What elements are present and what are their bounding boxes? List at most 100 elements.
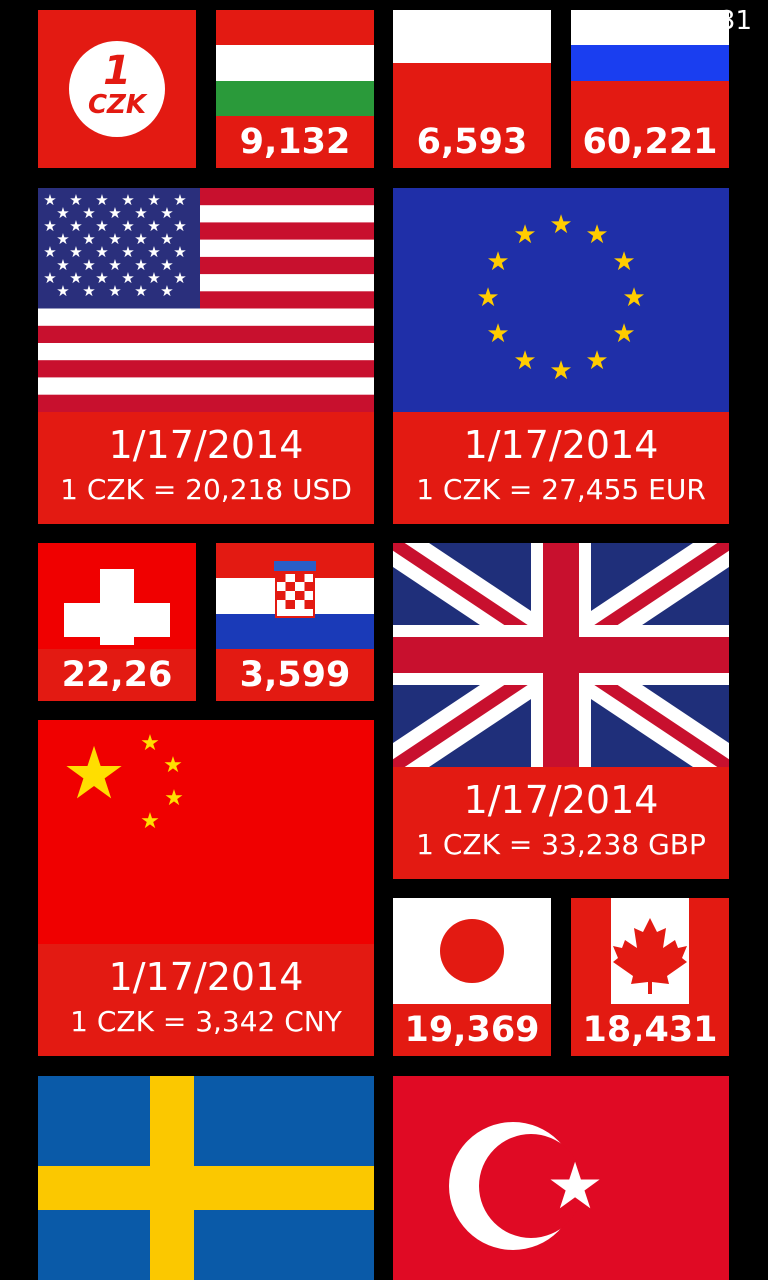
svg-text:★: ★ — [173, 243, 186, 261]
svg-text:★: ★ — [62, 731, 127, 815]
svg-text:★: ★ — [163, 753, 183, 778]
svg-text:★: ★ — [147, 243, 160, 261]
uk-flag-icon — [393, 543, 729, 767]
svg-text:★: ★ — [82, 256, 95, 274]
tile-pln[interactable]: 6,593 — [393, 10, 551, 168]
svg-text:★: ★ — [147, 217, 160, 235]
tile-huf[interactable]: 9,132 — [216, 10, 374, 168]
svg-text:★: ★ — [622, 283, 645, 313]
hungary-flag-icon — [216, 10, 374, 116]
poland-flag-icon — [393, 10, 551, 116]
tile-gbp[interactable]: 1/17/2014 1 CZK = 33,238 GBP — [393, 543, 729, 879]
cny-rate: 1 CZK = 3,342 CNY — [70, 1005, 342, 1038]
svg-text:★: ★ — [486, 247, 509, 277]
gbp-info: 1/17/2014 1 CZK = 33,238 GBP — [393, 767, 729, 879]
svg-text:★: ★ — [160, 256, 173, 274]
tile-hrk[interactable]: 3,599 — [216, 543, 374, 701]
svg-text:★: ★ — [134, 282, 147, 300]
canada-flag-icon — [571, 898, 729, 1004]
tile-usd[interactable]: ★ ★ ★ ★ ★ ★ ★ ★ ★ ★ ★ ★ ★ ★ ★ ★ ★ ★ ★ ★ ★ ★ ★ ★ ★ ★ ★ ★ ★ ★ ★ ★ ★ ★… — [38, 188, 374, 524]
usd-rate: 1 CZK = 20,218 USD — [60, 473, 352, 506]
svg-text:★: ★ — [56, 256, 69, 274]
russia-flag-icon — [571, 10, 729, 116]
czk-logo: 1 CZK — [69, 41, 165, 137]
japan-flag-icon — [393, 898, 551, 1004]
svg-text:★: ★ — [121, 217, 134, 235]
svg-text:★: ★ — [108, 282, 121, 300]
svg-text:★: ★ — [173, 217, 186, 235]
eur-info: 1/17/2014 1 CZK = 27,455 EUR — [393, 412, 729, 524]
svg-text:★: ★ — [513, 346, 536, 376]
svg-text:★: ★ — [476, 283, 499, 313]
svg-text:★: ★ — [69, 217, 82, 235]
tile-sek[interactable] — [38, 1076, 374, 1280]
turkey-flag-icon: ★ — [393, 1076, 729, 1280]
svg-text:★: ★ — [108, 256, 121, 274]
pln-value: 6,593 — [393, 116, 551, 168]
usd-date: 1/17/2014 — [108, 423, 304, 467]
svg-text:★: ★ — [43, 217, 56, 235]
tile-jpy[interactable]: 19,369 — [393, 898, 551, 1056]
hrk-value: 3,599 — [216, 649, 374, 701]
svg-text:★: ★ — [43, 269, 56, 287]
svg-text:★: ★ — [147, 269, 160, 287]
svg-text:★: ★ — [56, 230, 69, 248]
svg-text:★: ★ — [56, 204, 69, 222]
eur-date: 1/17/2014 — [463, 423, 659, 467]
tile-eur[interactable]: ★ ★ ★ ★ ★ ★ ★ ★ ★ ★ ★ ★ 1/17/2014 1 CZK … — [393, 188, 729, 524]
svg-text:★: ★ — [69, 191, 82, 209]
tile-rub[interactable]: 60,221 — [571, 10, 729, 168]
svg-text:★: ★ — [95, 243, 108, 261]
svg-text:★: ★ — [160, 204, 173, 222]
svg-text:★: ★ — [486, 319, 509, 349]
tile-chf[interactable]: 22,26 — [38, 543, 196, 701]
jpy-value: 19,369 — [393, 1004, 551, 1056]
svg-text:★: ★ — [612, 319, 635, 349]
svg-text:★: ★ — [549, 210, 572, 240]
svg-text:★: ★ — [134, 230, 147, 248]
tile-cad[interactable]: 18,431 — [571, 898, 729, 1056]
huf-value: 9,132 — [216, 116, 374, 168]
eur-rate: 1 CZK = 27,455 EUR — [416, 473, 706, 506]
usa-flag-icon: ★ ★ ★ ★ ★ ★ ★ ★ ★ ★ ★ ★ ★ ★ ★ ★ ★ ★ ★ ★ ★ ★ ★ ★ ★ ★ ★ ★ ★ ★ ★ ★ ★ ★… — [38, 188, 374, 412]
czk-app-tile[interactable]: 1 CZK — [38, 10, 196, 168]
svg-text:★: ★ — [43, 191, 56, 209]
svg-text:★: ★ — [69, 269, 82, 287]
svg-text:★: ★ — [82, 230, 95, 248]
svg-text:★: ★ — [134, 204, 147, 222]
svg-text:★: ★ — [69, 243, 82, 261]
svg-text:★: ★ — [140, 809, 160, 834]
svg-text:★: ★ — [173, 269, 186, 287]
svg-text:★: ★ — [82, 282, 95, 300]
china-flag-icon: ★ ★ ★ ★ ★ — [38, 720, 374, 944]
svg-text:★: ★ — [173, 191, 186, 209]
croatia-flag-icon — [216, 543, 374, 649]
svg-text:★: ★ — [549, 356, 572, 386]
tile-cny[interactable]: ★ ★ ★ ★ ★ 1/17/2014 1 CZK = 3,342 CNY — [38, 720, 374, 1056]
svg-text:★: ★ — [108, 230, 121, 248]
usd-info: 1/17/2014 1 CZK = 20,218 USD — [38, 412, 374, 524]
svg-text:★: ★ — [121, 243, 134, 261]
chf-value: 22,26 — [38, 649, 196, 701]
svg-text:★: ★ — [95, 191, 108, 209]
svg-text:★: ★ — [585, 220, 608, 250]
svg-text:★: ★ — [585, 346, 608, 376]
svg-text:★: ★ — [108, 204, 121, 222]
svg-text:★: ★ — [147, 191, 160, 209]
cny-date: 1/17/2014 — [108, 955, 304, 999]
svg-text:★: ★ — [56, 282, 69, 300]
rub-value: 60,221 — [571, 116, 729, 168]
eu-flag-icon: ★ ★ ★ ★ ★ ★ ★ ★ ★ ★ ★ ★ — [393, 188, 729, 412]
switzerland-flag-icon — [38, 543, 196, 649]
cny-info: 1/17/2014 1 CZK = 3,342 CNY — [38, 944, 374, 1056]
svg-text:★: ★ — [95, 217, 108, 235]
cad-value: 18,431 — [571, 1004, 729, 1056]
svg-text:★: ★ — [134, 256, 147, 274]
svg-text:★: ★ — [164, 786, 184, 811]
tile-try[interactable]: ★ — [393, 1076, 729, 1280]
svg-text:★: ★ — [612, 247, 635, 277]
svg-text:★: ★ — [121, 191, 134, 209]
svg-text:★: ★ — [140, 731, 160, 756]
gbp-rate: 1 CZK = 33,238 GBP — [416, 828, 706, 861]
svg-text:★: ★ — [95, 269, 108, 287]
